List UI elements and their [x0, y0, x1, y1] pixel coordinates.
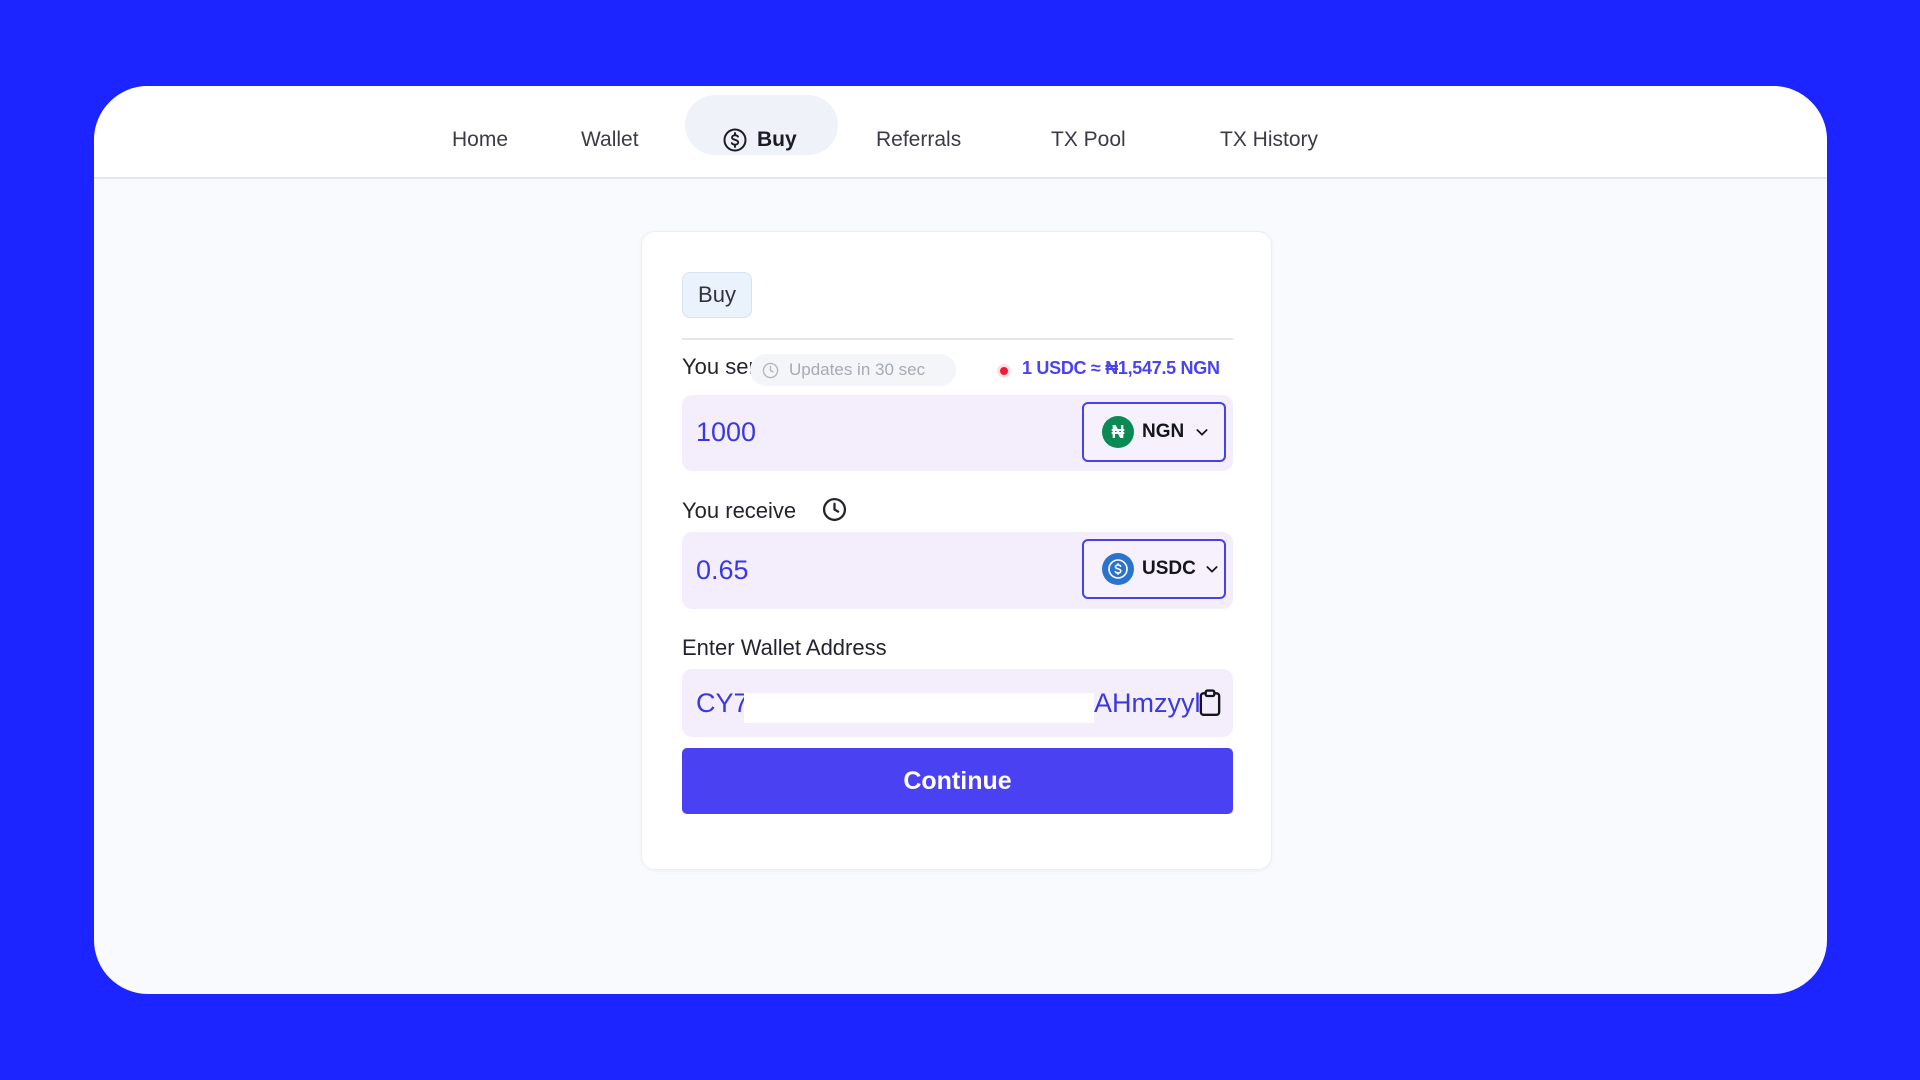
usdc-coin-icon	[1102, 553, 1134, 585]
nav-tx-history-label: TX History	[1220, 128, 1319, 151]
send-amount-field[interactable]: 1000 ₦ NGN	[682, 395, 1233, 471]
nav-wallet-label: Wallet	[581, 128, 639, 151]
nav-buy[interactable]: Buy	[723, 123, 797, 157]
receive-amount-value[interactable]: 0.65	[696, 555, 749, 586]
wallet-address-start[interactable]: CY7	[696, 688, 749, 719]
dollar-circle-icon	[723, 128, 747, 152]
continue-button[interactable]: Continue	[682, 748, 1233, 814]
nav-buy-label: Buy	[757, 128, 797, 151]
chevron-down-icon	[1196, 429, 1208, 436]
nav-home[interactable]: Home	[452, 123, 508, 157]
buy-chip: Buy	[682, 272, 752, 318]
receive-label: You receive	[682, 498, 797, 523]
updates-text: Updates in 30 sec	[789, 360, 926, 379]
buy-card: Buy You send Updates in 30 sec 1 USDC ≈ …	[641, 231, 1272, 870]
exchange-rate: 1 USDC ≈ ₦1,547.5 NGN	[1022, 358, 1220, 378]
wallet-address-field[interactable]: CY7 AHmzyyl	[682, 669, 1233, 737]
send-amount-value[interactable]: 1000	[696, 417, 756, 448]
nav-home-label: Home	[452, 128, 509, 151]
nav-wallet[interactable]: Wallet	[581, 123, 639, 157]
nav-tx-pool[interactable]: TX Pool	[1051, 123, 1126, 157]
receive-currency-label: USDC	[1142, 558, 1196, 579]
naira-symbol: ₦	[1111, 421, 1125, 442]
clipboard-icon[interactable]	[1197, 689, 1223, 717]
chevron-down-icon	[1206, 566, 1218, 573]
receive-currency-select[interactable]: USDC	[1082, 539, 1226, 599]
nav-referrals-label: Referrals	[876, 128, 962, 151]
naira-coin-icon: ₦	[1102, 416, 1134, 448]
clock-icon	[762, 362, 779, 378]
nav-referrals[interactable]: Referrals	[876, 123, 961, 157]
top-navigation: Home Wallet Buy Referrals TX Pool TX His…	[94, 86, 1827, 179]
buy-chip-label: Buy	[698, 282, 736, 307]
app-window: Home Wallet Buy Referrals TX Pool TX His…	[94, 86, 1827, 994]
clock-icon	[822, 497, 847, 522]
card-divider	[682, 338, 1233, 340]
send-currency-select[interactable]: ₦ NGN	[1082, 402, 1226, 462]
updates-pill: Updates in 30 sec	[750, 354, 956, 386]
nav-tx-history[interactable]: TX History	[1220, 123, 1318, 157]
wallet-address-label: Enter Wallet Address	[682, 635, 887, 660]
nav-tx-pool-label: TX Pool	[1051, 128, 1126, 151]
address-redaction	[744, 693, 1094, 723]
receive-amount-field[interactable]: 0.65 USDC	[682, 532, 1233, 609]
send-currency-label: NGN	[1142, 421, 1185, 442]
live-dot-icon	[997, 364, 1011, 378]
usdc-dollar-icon	[1108, 559, 1128, 579]
wallet-address-end[interactable]: AHmzyyl	[1094, 688, 1201, 719]
